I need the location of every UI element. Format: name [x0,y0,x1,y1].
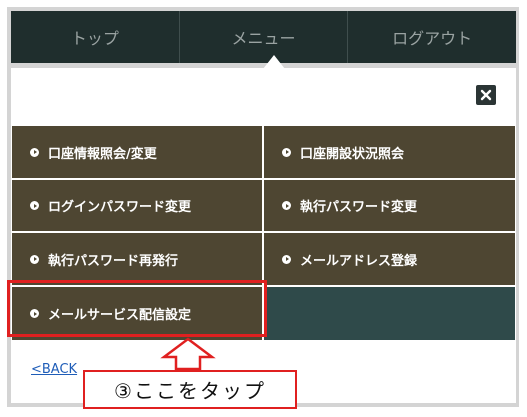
callout-text: ③ここをタップ [114,379,266,403]
callout-arrow-icon [160,337,216,371]
bullet-arrow-icon [282,254,291,264]
bullet-arrow-icon [282,147,291,157]
menu-item-label: メールサービス配信設定 [48,308,192,323]
menu-item-mail-service-settings[interactable]: メールサービス配信設定 [12,287,262,340]
menu-item-trade-password[interactable]: 執行パスワード変更 [264,180,515,231]
menu-item-label: 執行パスワード再発行 [48,253,179,269]
menu-item-account-info[interactable]: 口座情報照会/変更 [12,126,262,178]
menu-item-label: ログインパスワード変更 [48,200,192,215]
close-icon [480,89,492,101]
menu-item-label: 執行パスワード変更 [300,200,418,215]
bullet-arrow-icon [30,147,39,157]
menu-item-label: 口座開設状況照会 [300,146,405,162]
menu-item-account-opening-status[interactable]: 口座開設状況照会 [264,126,515,178]
back-link[interactable]: <BACK [31,362,77,377]
menu-pointer [263,55,285,69]
menu-item-label: メールアドレス登録 [300,253,418,269]
menu-grid: 口座情報照会/変更 口座開設状況照会 ログインパスワード変更 執行パスワード変更… [11,125,516,341]
menu-item-trade-password-reissue[interactable]: 執行パスワード再発行 [12,233,262,285]
nav-top[interactable]: トップ [11,11,180,63]
bullet-arrow-icon [30,254,39,264]
menu-item-login-password[interactable]: ログインパスワード変更 [12,180,262,231]
instruction-callout: ③ここをタップ [83,370,297,409]
bullet-arrow-icon [282,201,291,210]
nav-logout[interactable]: ログアウト [348,11,516,63]
bullet-arrow-icon [30,201,39,210]
menu-item-label: 口座情報照会/変更 [48,146,157,162]
menu-item-email-registration[interactable]: メールアドレス登録 [264,233,515,285]
close-button[interactable] [476,85,496,105]
menu-empty-cell [264,287,515,340]
bullet-arrow-icon [30,309,39,318]
